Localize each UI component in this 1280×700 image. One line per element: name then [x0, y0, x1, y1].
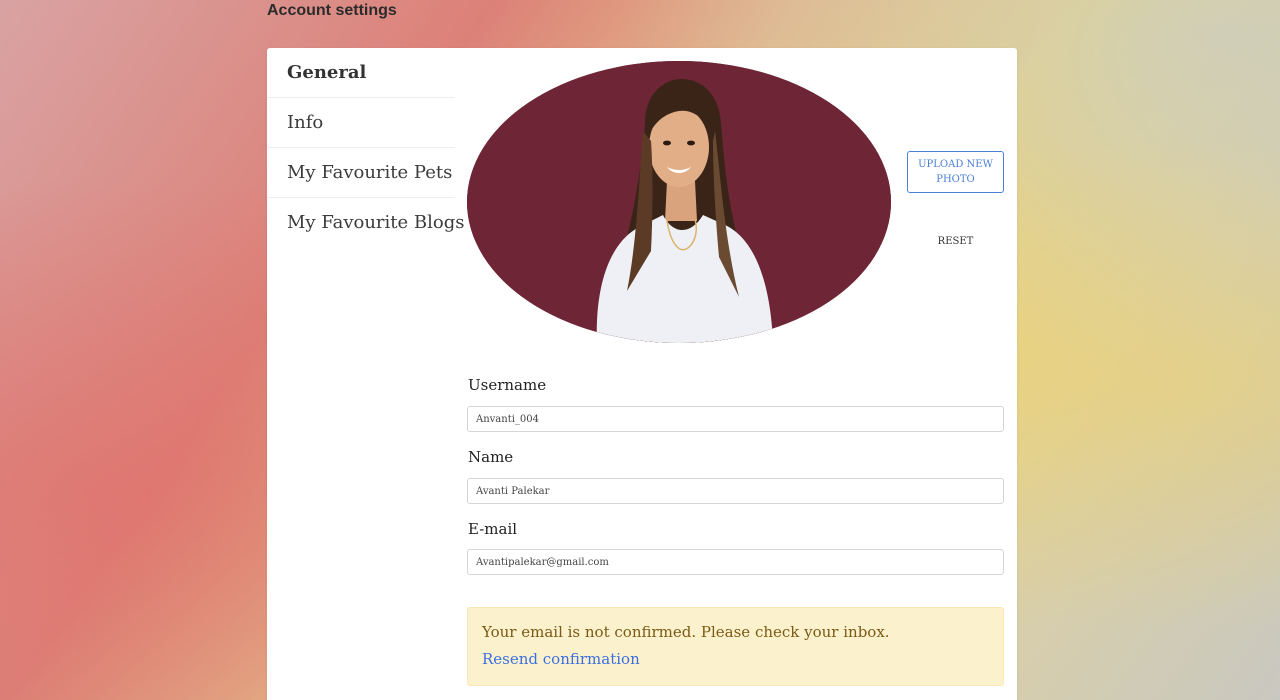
sidebar-item-info[interactable]: Info [267, 98, 455, 148]
username-label: Username [468, 376, 547, 394]
email-input[interactable] [467, 549, 1004, 575]
reset-photo-button[interactable]: RESET [907, 231, 1004, 251]
resend-confirmation-link[interactable]: Resend confirmation [482, 648, 640, 670]
alert-message: Your email is not confirmed. Please chec… [482, 623, 890, 641]
sidebar-item-my-favourite-pets[interactable]: My Favourite Pets [267, 148, 455, 198]
upload-new-photo-button[interactable]: UPLOAD NEW PHOTO [907, 151, 1004, 193]
profile-photo-illustration [467, 61, 891, 343]
email-not-confirmed-alert: Your email is not confirmed. Please chec… [467, 607, 1004, 686]
page-title: Account settings [267, 2, 397, 19]
username-input[interactable] [467, 406, 1004, 432]
sidebar-item-my-favourite-blogs[interactable]: My Favourite Blogs [267, 198, 464, 247]
settings-card: General Info My Favourite Pets My Favour… [267, 48, 1017, 700]
name-label: Name [468, 448, 514, 466]
profile-photo [467, 61, 891, 343]
sidebar-item-general[interactable]: General [267, 48, 455, 98]
email-label: E-mail [468, 520, 518, 538]
name-input[interactable] [467, 478, 1004, 504]
settings-sidebar: General Info My Favourite Pets My Favour… [267, 48, 464, 247]
